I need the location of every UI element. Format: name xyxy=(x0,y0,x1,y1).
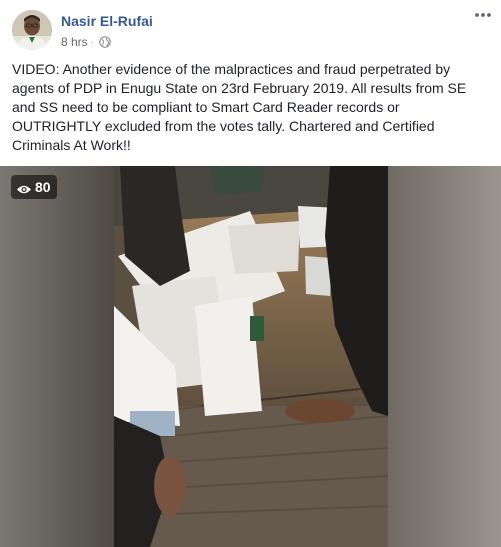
post-timestamp[interactable]: 8 hrs xyxy=(61,35,88,49)
view-count: 80 xyxy=(35,179,51,195)
avatar-photo xyxy=(12,10,52,50)
globe-icon[interactable] xyxy=(98,36,111,48)
facebook-post: Nasir El-Rufai 8 hrs · VIDEO: Another ev… xyxy=(0,0,501,547)
more-dots-icon xyxy=(475,13,491,17)
view-count-badge: 80 xyxy=(11,175,57,199)
video-frame xyxy=(0,166,501,547)
post-text: VIDEO: Another evidence of the malpracti… xyxy=(12,61,467,153)
post-meta: 8 hrs · xyxy=(61,35,111,49)
avatar[interactable] xyxy=(12,10,52,50)
meta-separator: · xyxy=(90,37,94,47)
eye-icon xyxy=(16,182,32,193)
more-options-button[interactable] xyxy=(472,6,494,24)
author-name-link[interactable]: Nasir El-Rufai xyxy=(61,13,153,29)
video-player[interactable]: 80 xyxy=(0,166,501,547)
